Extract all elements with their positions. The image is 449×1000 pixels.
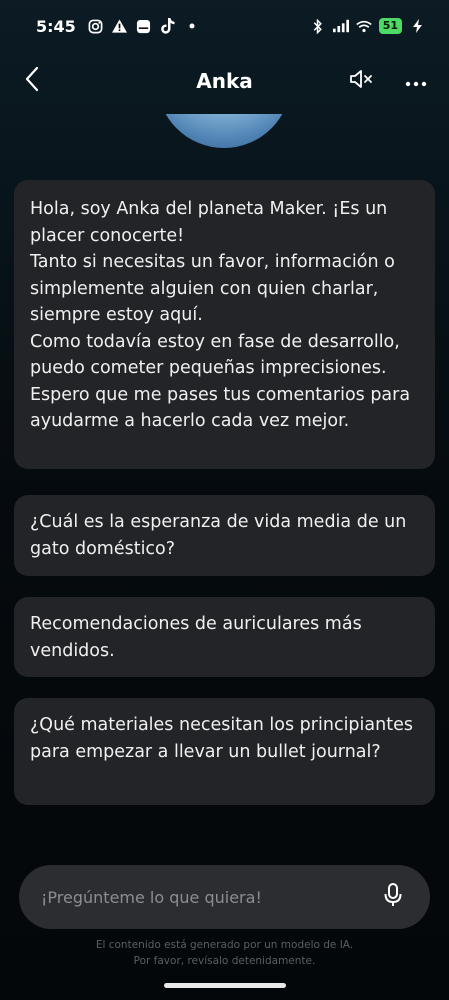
mute-button[interactable] [347, 68, 377, 94]
suggestion-2[interactable]: Recomendaciones de auriculares más vendi… [14, 597, 435, 677]
status-bar: 5:45 51 [0, 0, 449, 52]
instagram-icon [88, 18, 104, 34]
battery-level: 51 [378, 18, 402, 34]
suggestion-3[interactable]: ¿Qué materiales necesitan los principian… [14, 698, 435, 805]
home-indicator[interactable] [164, 983, 286, 988]
tiktok-icon [160, 18, 176, 34]
bluetooth-icon [310, 18, 326, 34]
ai-disclaimer: El contenido está generado por un modelo… [0, 937, 449, 969]
chevron-left-icon [25, 66, 39, 96]
wifi-icon [355, 18, 372, 34]
back-button[interactable] [18, 66, 46, 96]
status-time: 5:45 [36, 16, 76, 36]
microphone-button[interactable] [378, 882, 408, 912]
top-bar: Anka [0, 56, 449, 106]
chat-input[interactable] [41, 887, 378, 907]
disclaimer-line-2: Por favor, revísalo detenidamente. [133, 955, 316, 967]
avatar [157, 114, 291, 148]
microphone-icon [384, 883, 402, 911]
signal-icon [332, 18, 349, 34]
disclaimer-line-1: El contenido está generado por un modelo… [95, 939, 354, 951]
message-icon [136, 18, 152, 34]
more-horizontal-icon [405, 72, 427, 91]
intro-message: Hola, soy Anka del planeta Maker. ¡Es un… [14, 180, 435, 469]
page-title: Anka [196, 69, 253, 93]
chat-input-bar [19, 865, 430, 929]
dot-icon [184, 18, 200, 34]
warning-icon [112, 18, 128, 34]
more-button[interactable] [403, 68, 429, 94]
suggestion-1[interactable]: ¿Cuál es la esperanza de vida media de u… [14, 495, 435, 576]
charging-icon [409, 18, 425, 34]
speaker-muted-icon [349, 69, 375, 93]
assistant-avatar-area [0, 114, 449, 154]
